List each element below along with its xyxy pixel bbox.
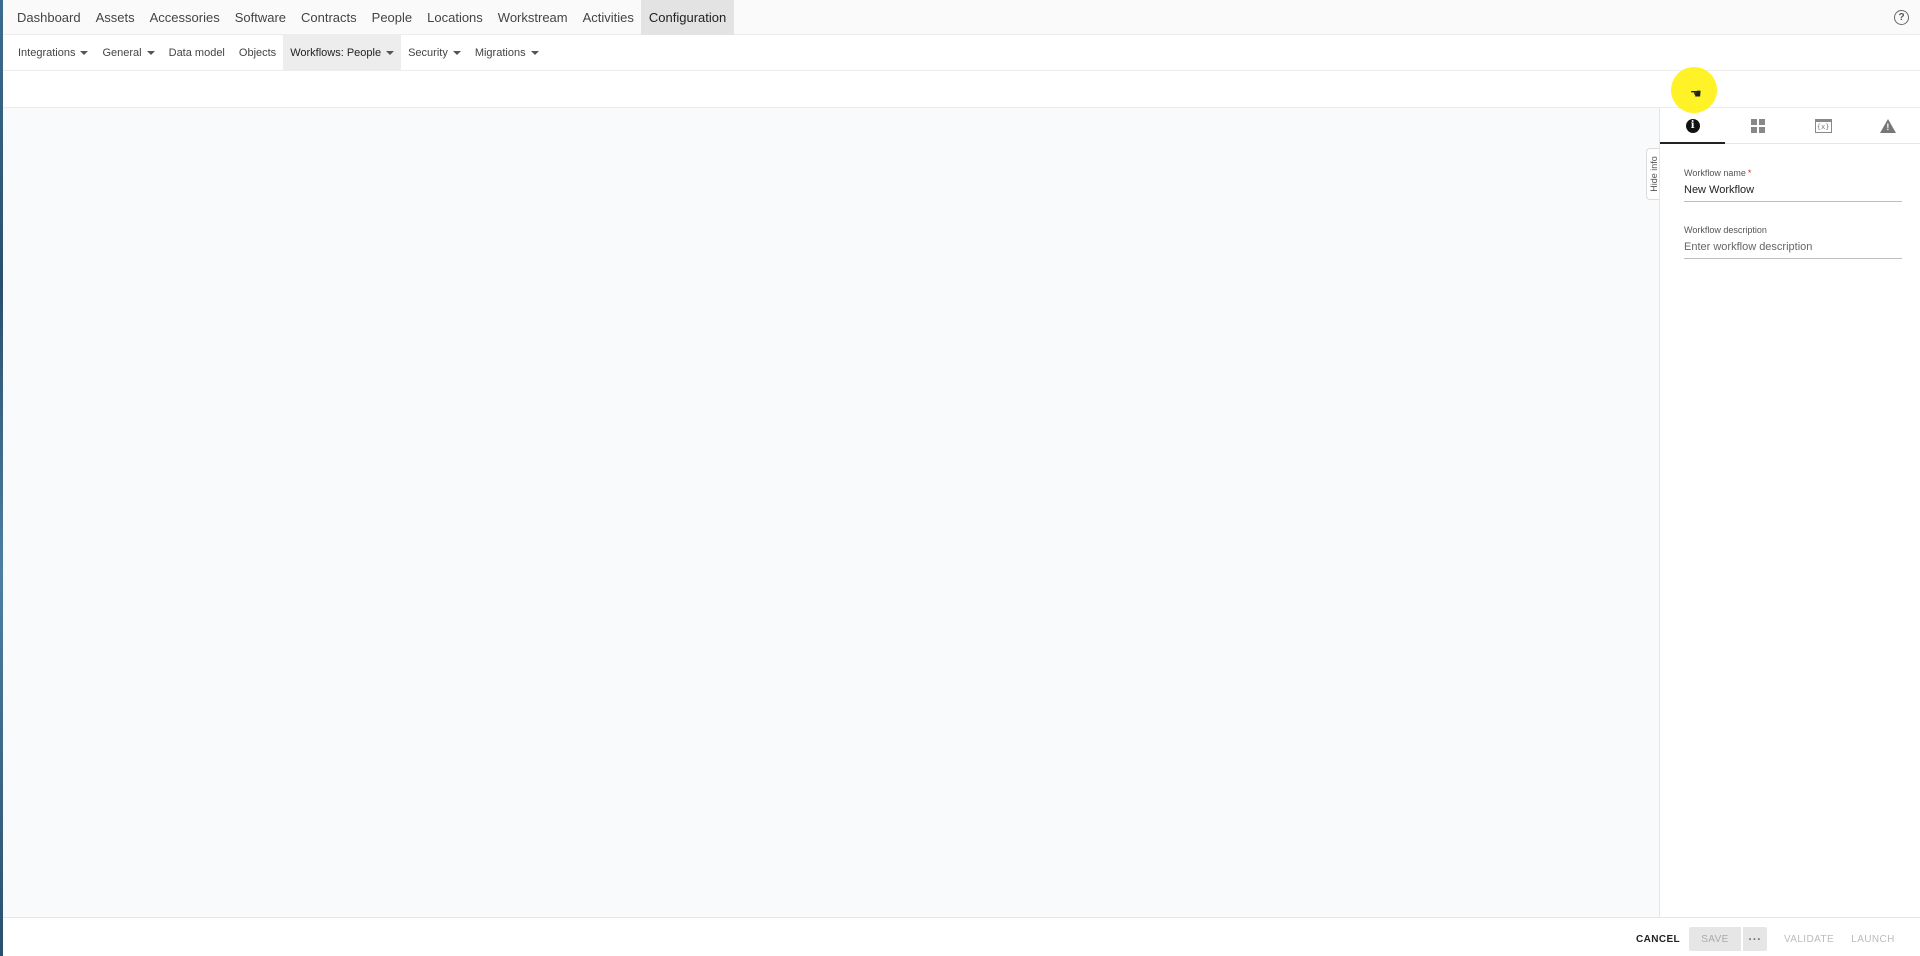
subnav-objects-label: Objects [238,46,277,59]
subnav-objects[interactable]: Objects [232,35,283,71]
subnav-migrations-label: Migrations [474,46,526,59]
tab-components[interactable] [1725,108,1790,143]
nav-activities[interactable]: Activities [575,0,641,35]
nav-contracts[interactable]: Contracts [294,0,365,35]
nav-workstream[interactable]: Workstream [490,0,575,35]
nav-accessories[interactable]: Accessories [142,0,227,35]
caret-down-icon [386,50,395,55]
nav-dashboard[interactable]: Dashboard [3,0,88,35]
workflow-toolbar [3,72,1920,108]
tab-warnings[interactable] [1856,108,1920,143]
subnav-workflows-people-label: Workflows: People [290,46,382,59]
subnav-data-model[interactable]: Data model [162,35,232,71]
sub-nav: Integrations General Data model Objects … [3,34,1920,71]
subnav-data-model-label: Data model [168,46,225,59]
caret-down-icon [530,50,539,55]
subnav-general[interactable]: General [95,35,161,71]
top-nav: Dashboard Assets Accessories Software Co… [3,0,1920,35]
subnav-general-label: General [102,46,142,59]
required-mark: * [1747,168,1752,178]
subnav-security-label: Security [408,46,448,59]
save-button[interactable]: SAVE [1689,927,1741,951]
nav-assets[interactable]: Assets [88,0,142,35]
subnav-integrations-label: Integrations [18,46,76,59]
caret-down-icon [80,50,89,55]
nav-configuration[interactable]: Configuration [641,0,734,35]
hand-pointer-icon: ☚ [1690,86,1702,101]
more-options-button[interactable]: ··· [1743,927,1767,951]
hide-info-label: Hide info [1648,156,1659,192]
workflow-name-label: Workflow name * [1684,168,1752,178]
nav-people[interactable]: People [364,0,419,35]
nav-software[interactable]: Software [227,0,293,35]
info-icon: i [1685,118,1700,133]
subnav-workflows-people[interactable]: Workflows: People [283,34,402,71]
workflow-name-input[interactable] [1684,184,1902,202]
tab-variables[interactable]: {x} [1791,108,1856,143]
caret-down-icon [146,50,155,55]
subnav-integrations[interactable]: Integrations [3,35,95,71]
caret-down-icon [452,50,461,55]
cancel-button[interactable]: CANCEL [1631,927,1685,951]
workflow-canvas[interactable] [3,108,1659,917]
workflow-description-input[interactable] [1684,241,1902,259]
hide-info-toggle[interactable]: Hide info [1646,148,1660,200]
workflow-description-label: Workflow description [1684,225,1767,235]
grid-icon [1750,118,1765,133]
workflow-description-field: Workflow description [1684,225,1902,259]
subnav-security[interactable]: Security [401,35,468,71]
launch-button[interactable]: LAUNCH [1847,927,1899,951]
panel-tabs: i {x} [1660,108,1920,144]
footer-actions: CANCEL SAVE ··· VALIDATE LAUNCH [3,917,1920,956]
workflow-name-field: Workflow name * [1684,168,1902,202]
info-panel: i {x} Workflow name* Workflow descriptio… [1659,108,1920,917]
window-left-edge [0,0,3,956]
variables-icon: {x} [1814,118,1832,133]
validate-button[interactable]: VALIDATE [1779,927,1839,951]
tab-info[interactable]: i [1660,108,1726,144]
subnav-migrations[interactable]: Migrations [468,35,546,71]
nav-locations[interactable]: Locations [420,0,491,35]
warning-icon [1880,118,1897,133]
help-circle-icon[interactable]: ? [1894,10,1909,25]
